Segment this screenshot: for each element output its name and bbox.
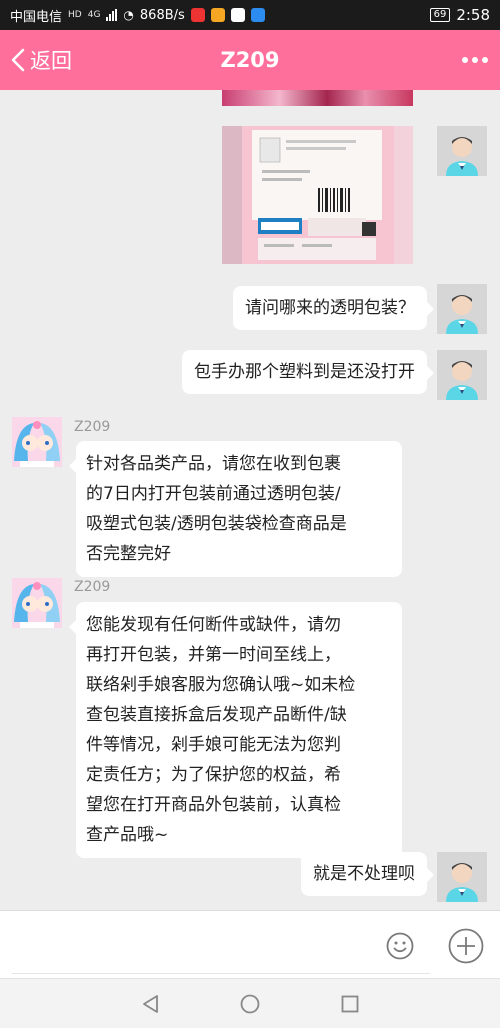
message-line: 您能发现有任何断件或缺件，请勿 xyxy=(86,615,341,635)
default-user-avatar-icon xyxy=(437,350,487,400)
chat-messages[interactable]: 请问哪来的透明包装？ 包手办那个塑料到是还没打开 Z209 针对各品类产品，请您… xyxy=(0,90,500,910)
product-box-photo xyxy=(222,126,413,264)
message-input[interactable] xyxy=(12,921,382,969)
message-line: 联络剁手娘客服为您确认哦~如未检 xyxy=(86,675,356,695)
more-dots-icon xyxy=(462,57,468,63)
network-speed: 868B/s xyxy=(139,7,185,23)
message-bubble-left[interactable]: 您能发现有任何断件或缺件，请勿 再打开包装，并第一时间至线上， 联络剁手娘客服为… xyxy=(69,602,402,858)
message-line: 查包装直接拆盒后发现产品断件/缺 xyxy=(86,705,347,725)
wifi-icon: ◔ xyxy=(123,8,134,22)
app-notification-icon xyxy=(210,8,225,22)
my-avatar[interactable] xyxy=(437,284,487,334)
more-options-button[interactable] xyxy=(462,30,488,90)
chat-title: Z209 xyxy=(220,48,280,72)
message-bubble-right[interactable]: 请问哪来的透明包装？ xyxy=(233,286,434,330)
network-type: 4G xyxy=(87,10,101,20)
recents-square-icon[interactable] xyxy=(339,993,361,1015)
my-avatar[interactable] xyxy=(437,852,487,902)
message-line: 否完整完好 xyxy=(86,544,171,564)
message-line: 再打开包装，并第一时间至线上， xyxy=(86,645,341,665)
input-underline xyxy=(12,973,430,974)
previous-photo-message[interactable] xyxy=(222,90,413,106)
default-user-avatar-icon xyxy=(437,284,487,334)
product-photo-message[interactable] xyxy=(222,126,413,264)
home-circle-icon[interactable] xyxy=(239,993,261,1015)
message-bubble-right[interactable]: 就是不处理呗 xyxy=(301,852,434,896)
app-notification-icon xyxy=(250,8,265,22)
signal-icon xyxy=(106,9,118,21)
chevron-left-icon xyxy=(11,48,25,72)
system-nav-bar xyxy=(0,978,500,1028)
back-triangle-icon[interactable] xyxy=(140,993,162,1015)
sender-name: Z209 xyxy=(74,419,111,435)
anime-mascot-avatar-icon xyxy=(12,578,62,628)
message-line: 望您在打开商品外包装前，认真检 xyxy=(86,795,341,815)
my-avatar[interactable] xyxy=(437,350,487,400)
message-line: 针对各品类产品，请您在收到包裹 xyxy=(86,454,341,474)
message-bubble-left[interactable]: 针对各品类产品，请您在收到包裹 的7日内打开包装前通过透明包装/ 吸塑式包装/透… xyxy=(69,441,402,577)
message-line: 查产品哦~ xyxy=(86,825,169,845)
battery-icon: 69 xyxy=(429,8,451,22)
my-avatar[interactable] xyxy=(437,126,487,176)
app-notification-icon xyxy=(190,8,205,22)
carrier-label: 中国电信 xyxy=(10,9,63,25)
back-label: 返回 xyxy=(30,49,72,73)
hd-badge: HD xyxy=(68,10,82,20)
app-notification-icon xyxy=(230,8,245,22)
status-bar: 中国电信 HD 4G ◔ 868B/s 69 2:58 xyxy=(0,0,500,30)
clock: 2:58 xyxy=(456,6,490,24)
default-user-avatar-icon xyxy=(437,126,487,176)
message-input-bar xyxy=(0,910,500,978)
sender-name: Z209 xyxy=(74,579,111,595)
back-button[interactable]: 返回 xyxy=(10,30,72,90)
emoji-icon[interactable] xyxy=(386,932,414,960)
plus-icon[interactable] xyxy=(448,928,484,964)
message-line: 吸塑式包装/透明包装袋检查商品是 xyxy=(86,514,347,534)
shop-avatar[interactable] xyxy=(12,578,62,628)
message-line: 的7日内打开包装前通过透明包装/ xyxy=(86,484,341,504)
chat-header: 返回 Z209 xyxy=(0,30,500,90)
anime-mascot-avatar-icon xyxy=(12,417,62,467)
default-user-avatar-icon xyxy=(437,852,487,902)
message-line: 件等情况，剁手娘可能无法为您判 xyxy=(86,735,341,755)
shop-avatar[interactable] xyxy=(12,417,62,467)
message-line: 定责任方；为了保护您的权益，希 xyxy=(86,765,341,785)
message-bubble-right[interactable]: 包手办那个塑料到是还没打开 xyxy=(182,350,434,394)
